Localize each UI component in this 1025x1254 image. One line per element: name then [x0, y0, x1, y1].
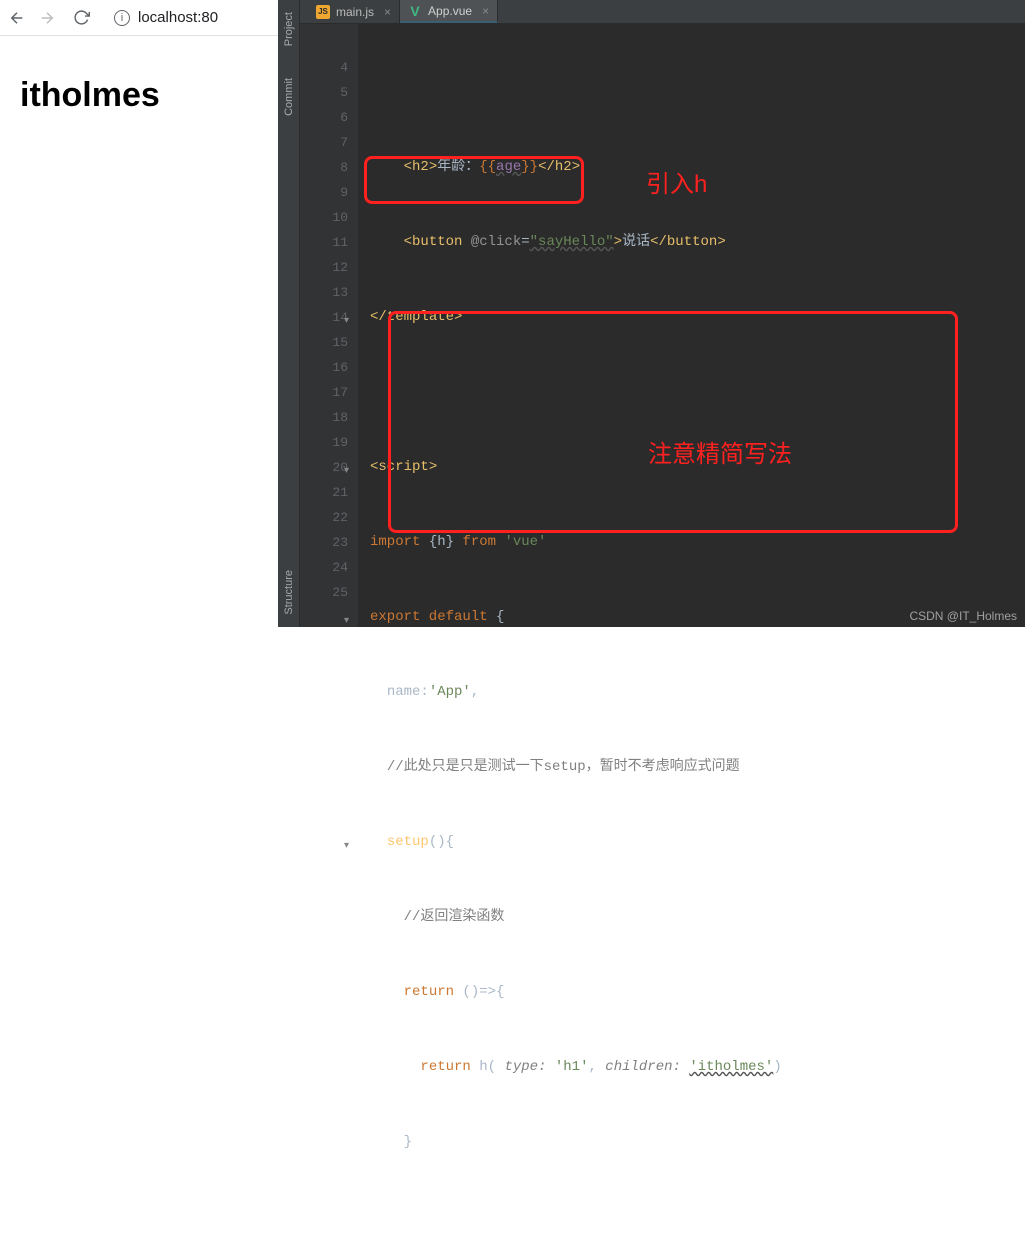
site-info-icon[interactable]: i — [114, 10, 130, 26]
code-text[interactable]: <h2>年龄：{{age}}</h2> <button @click="sayH… — [358, 24, 1025, 627]
code-editor: Project Commit Structure JS main.js × V … — [278, 0, 1025, 627]
close-icon[interactable]: × — [384, 5, 391, 19]
tab-main-js[interactable]: JS main.js × — [308, 0, 400, 23]
editor-tabbar: JS main.js × V App.vue × — [300, 0, 1025, 24]
sidebar-structure[interactable]: Structure — [281, 564, 297, 621]
code-area[interactable]: 4 5 6 7 8 9 10 11 12 13 14 15 16 17 18 1… — [300, 24, 1025, 627]
sidebar-commit[interactable]: Commit — [281, 72, 297, 122]
line-gutter: 4 5 6 7 8 9 10 11 12 13 14 15 16 17 18 1… — [300, 24, 358, 627]
sidebar-project[interactable]: Project — [281, 6, 297, 52]
tab-app-vue[interactable]: V App.vue × — [400, 0, 498, 23]
js-file-icon: JS — [316, 5, 330, 19]
address-text: localhost:80 — [138, 9, 218, 26]
forward-button[interactable] — [38, 9, 56, 27]
reload-button[interactable] — [72, 9, 90, 27]
close-icon[interactable]: × — [482, 4, 489, 18]
back-button[interactable] — [8, 9, 26, 27]
vue-file-icon: V — [408, 4, 422, 18]
annotation-box-setup — [388, 311, 958, 533]
watermark: CSDN @IT_Holmes — [909, 609, 1017, 623]
editor-sidebar: Project Commit Structure — [278, 0, 300, 627]
